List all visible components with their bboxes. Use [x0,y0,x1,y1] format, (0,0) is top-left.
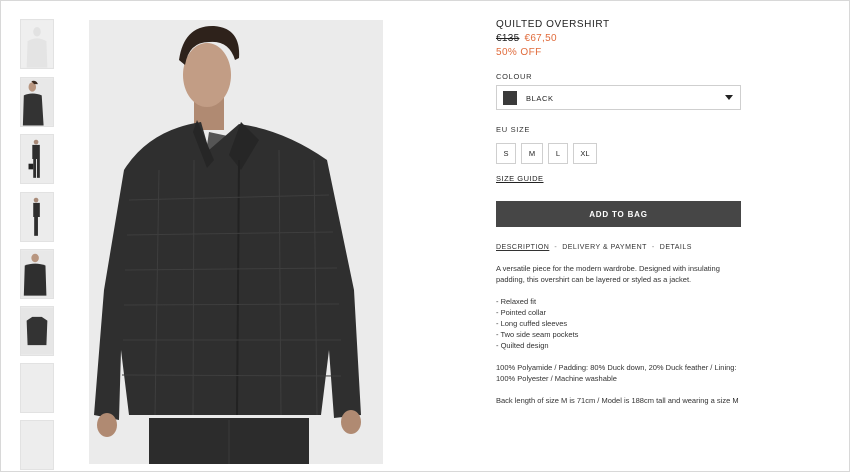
description-intro: A versatile piece for the modern wardrob… [496,264,720,284]
thumbnail-4[interactable] [20,192,54,242]
thumbnail-3[interactable] [20,134,54,184]
tab-details[interactable]: DETAILS [660,244,692,251]
feature-item: Two side seam pockets [496,329,746,340]
colour-label: COLOUR [496,72,533,81]
model-photo [89,20,383,464]
size-option-xl[interactable]: XL [573,143,597,164]
size-option-m[interactable]: M [521,143,543,164]
size-option-s[interactable]: S [496,143,516,164]
thumbnail-7[interactable] [20,363,54,413]
thumbnail-5[interactable] [20,249,54,299]
size-guide-link[interactable]: SIZE GUIDE [496,174,544,183]
feature-item: Long cuffed sleeves [496,318,746,329]
sale-price: €67,50 [524,33,557,44]
product-title: QUILTED OVERSHIRT [496,19,610,30]
product-page: QUILTED OVERSHIRT €135 €67,50 50% OFF COL… [0,0,850,472]
thumbnail-1[interactable] [20,19,54,69]
size-label: EU SIZE [496,125,531,134]
tab-separator: - [554,244,558,251]
size-option-l[interactable]: L [548,143,568,164]
discount-badge: 50% OFF [496,47,542,58]
composition-text: 100% Polyamide / Padding: 80% Duck down,… [496,363,737,383]
chevron-down-icon [725,95,733,100]
original-price: €135 [496,33,520,44]
product-details-panel: QUILTED OVERSHIRT €135 €67,50 50% OFF COL… [496,19,746,405]
tab-description[interactable]: DESCRIPTION [496,244,549,251]
feature-item: Quilted design [496,340,746,351]
colour-swatch [503,91,517,105]
tab-separator: - [651,244,655,251]
tab-delivery-payment[interactable]: DELIVERY & PAYMENT [562,244,647,251]
description-content: A versatile piece for the modern wardrob… [496,263,746,417]
info-tabs: DESCRIPTION - DELIVERY & PAYMENT - DETAILS [496,244,692,251]
feature-item: Relaxed fit [496,296,746,307]
thumbnail-2[interactable] [20,77,54,127]
main-product-image [89,20,383,464]
thumbnail-8[interactable] [20,420,54,470]
price-row: €135 €67,50 [496,33,746,44]
colour-dropdown[interactable]: BLACK [496,85,741,110]
colour-selected-value: BLACK [526,94,554,103]
add-to-bag-button[interactable]: ADD TO BAG [496,201,741,227]
thumbnail-6[interactable] [20,306,54,356]
fit-note: Back length of size M is 71cm / Model is… [496,396,739,405]
feature-item: Pointed collar [496,307,746,318]
feature-list: Relaxed fit Pointed collar Long cuffed s… [496,296,746,351]
